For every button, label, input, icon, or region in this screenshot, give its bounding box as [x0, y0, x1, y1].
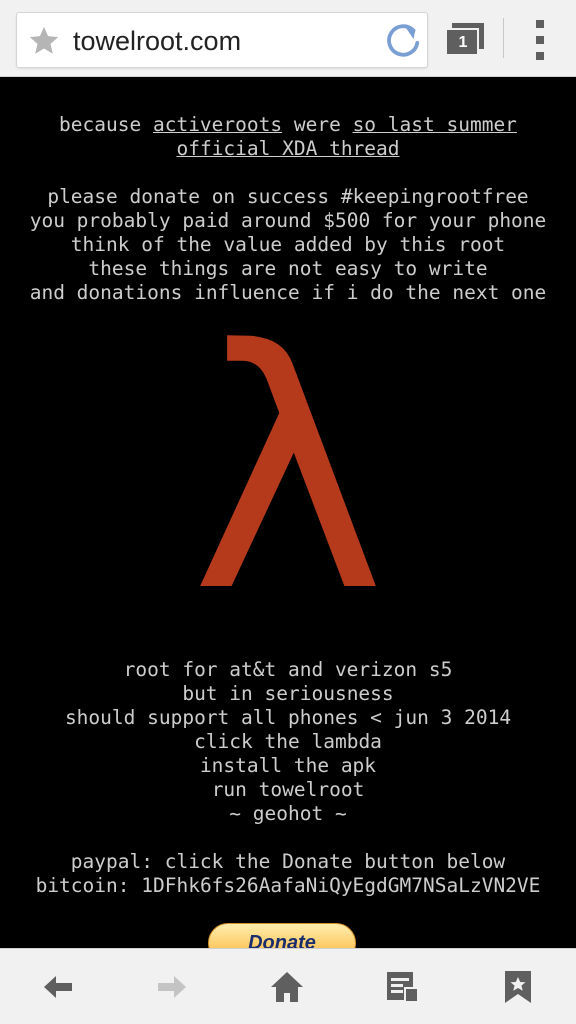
info-line: root for at&t and verizon s5	[123, 658, 453, 681]
donate-text-line: think of the value added by this root	[70, 233, 506, 256]
intro-prefix: because	[59, 113, 153, 136]
tab-count: 1	[458, 34, 468, 51]
star-icon[interactable]	[27, 24, 61, 58]
lambda-glyph[interactable]: λ	[190, 280, 385, 664]
bookmarks-icon[interactable]	[384, 969, 420, 1005]
browser-screen: towelroot.com 1 because activeroots were…	[0, 0, 576, 1024]
lambda-icon[interactable]: λ	[0, 280, 576, 664]
xda-line: official XDA thread	[0, 137, 576, 161]
overflow-menu-icon[interactable]	[528, 18, 552, 62]
url-text[interactable]: towelroot.com	[73, 23, 241, 59]
forward-arrow-icon[interactable]	[154, 969, 190, 1005]
toolbar-divider	[503, 18, 504, 58]
info-line: click the lambda	[194, 730, 382, 753]
info-line: install the apk	[199, 754, 377, 777]
donate-text-line: you probably paid around $500 for your p…	[29, 209, 547, 232]
address-bar[interactable]: towelroot.com	[16, 12, 428, 68]
activeroots-link[interactable]: activeroots	[153, 113, 282, 136]
browser-bottom-bar	[0, 948, 576, 1024]
xda-thread-link[interactable]: official XDA thread	[176, 137, 399, 160]
so-last-summer-link[interactable]: so last summer	[353, 113, 517, 136]
lambda-download-link[interactable]: λ	[0, 280, 576, 664]
back-arrow-icon[interactable]	[40, 969, 76, 1005]
intro-middle: were	[282, 113, 353, 136]
page-content: because activeroots were so last summer …	[0, 78, 576, 948]
donate-text-line: and donations influence if i do the next…	[29, 281, 547, 304]
reload-icon[interactable]	[385, 22, 423, 60]
intro-line: because activeroots were so last summer	[0, 113, 576, 137]
signature-line: ~ geohot ~	[229, 802, 347, 825]
donate-text-line: please donate on success #keepingrootfre…	[47, 185, 529, 208]
home-icon[interactable]	[269, 969, 305, 1005]
donate-text-line: these things are not easy to write	[88, 257, 488, 280]
browser-toolbar: towelroot.com 1	[0, 0, 576, 77]
info-line: run towelroot	[211, 778, 365, 801]
info-line: but in seriousness	[182, 682, 394, 705]
bitcoin-line: bitcoin: 1DFhk6fs26AafaNiQyEgdGM7NSaLzVN…	[35, 874, 541, 897]
paypal-line: paypal: click the Donate button below	[70, 850, 506, 873]
donate-button[interactable]: Donate	[208, 923, 356, 948]
add-bookmark-icon[interactable]	[500, 969, 536, 1005]
info-line: should support all phones < jun 3 2014	[64, 706, 512, 729]
